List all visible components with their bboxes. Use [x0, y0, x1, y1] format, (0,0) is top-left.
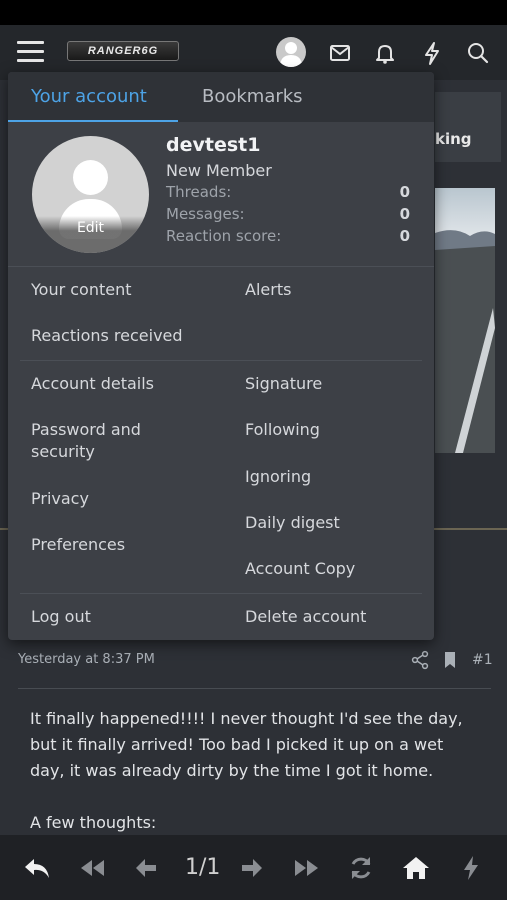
- home-icon[interactable]: [401, 853, 431, 883]
- post-timestamp[interactable]: Yesterday at 8:37 PM: [18, 652, 155, 667]
- post-paragraph: It finally happened!!!! I never thought …: [30, 709, 463, 780]
- avatar-icon[interactable]: [276, 37, 306, 67]
- active-tab-indicator: [8, 120, 178, 122]
- account-tabs: Your account Bookmarks: [8, 72, 434, 122]
- menu-account-copy[interactable]: Account Copy: [245, 558, 415, 580]
- menu-ignoring[interactable]: Ignoring: [245, 466, 415, 488]
- post-paragraph: A few thoughts:: [30, 813, 157, 832]
- profile-avatar[interactable]: Edit: [32, 136, 149, 253]
- background-card-text: king: [435, 130, 472, 148]
- menu-daily-digest[interactable]: Daily digest: [245, 512, 415, 534]
- site-logo[interactable]: RANGER6G: [67, 41, 179, 61]
- bolt-icon[interactable]: [456, 853, 486, 883]
- post-divider: [18, 688, 491, 689]
- stat-label-reaction-score: Reaction score:: [166, 227, 282, 245]
- account-dropdown: Your account Bookmarks Edit devtest1 New…: [8, 72, 434, 640]
- refresh-icon[interactable]: [346, 853, 376, 883]
- background-card: [435, 92, 501, 162]
- prev-page-icon[interactable]: [131, 853, 161, 883]
- stat-value-reaction-score: 0: [399, 227, 410, 245]
- post-number[interactable]: #1: [472, 652, 493, 668]
- next-page-icon[interactable]: [237, 853, 267, 883]
- bolt-icon[interactable]: [417, 38, 447, 68]
- menu-following[interactable]: Following: [245, 419, 415, 441]
- menu-log-out[interactable]: Log out: [31, 606, 211, 628]
- menu-divider: [20, 593, 422, 594]
- menu-reactions-received[interactable]: Reactions received: [31, 325, 211, 347]
- stat-label-threads: Threads:: [166, 183, 232, 201]
- mail-icon[interactable]: [325, 38, 355, 68]
- menu-divider: [8, 266, 434, 267]
- menu-account-details[interactable]: Account details: [31, 373, 211, 395]
- menu-delete-account[interactable]: Delete account: [245, 606, 415, 628]
- post-photo[interactable]: [435, 188, 495, 453]
- share-icon[interactable]: [410, 650, 430, 674]
- bell-icon[interactable]: [370, 38, 400, 68]
- stat-value-messages: 0: [399, 205, 410, 223]
- hamburger-icon[interactable]: [17, 41, 44, 63]
- logo-text: RANGER6G: [87, 45, 159, 57]
- tab-your-account[interactable]: Your account: [31, 86, 147, 107]
- stat-value-threads: 0: [399, 183, 410, 201]
- tab-bookmarks[interactable]: Bookmarks: [202, 86, 303, 107]
- reply-icon[interactable]: [22, 853, 52, 883]
- last-page-icon[interactable]: [292, 853, 322, 883]
- menu-alerts[interactable]: Alerts: [245, 279, 415, 301]
- bottom-toolbar: 1/1: [0, 835, 507, 900]
- username[interactable]: devtest1: [166, 134, 260, 156]
- user-title: New Member: [166, 161, 272, 180]
- first-page-icon[interactable]: [77, 853, 107, 883]
- menu-divider: [20, 360, 422, 361]
- menu-preferences[interactable]: Preferences: [31, 534, 211, 556]
- menu-signature[interactable]: Signature: [245, 373, 415, 395]
- avatar-head: [73, 160, 108, 195]
- menu-privacy[interactable]: Privacy: [31, 488, 211, 510]
- bookmark-icon[interactable]: [442, 650, 458, 674]
- avatar-edit-label[interactable]: Edit: [32, 220, 149, 236]
- menu-password-security[interactable]: Password and security: [31, 419, 181, 463]
- page-count: 1/1: [185, 855, 221, 880]
- stat-label-messages: Messages:: [166, 205, 245, 223]
- search-icon[interactable]: [463, 38, 493, 68]
- menu-your-content[interactable]: Your content: [31, 279, 211, 301]
- status-bar: [0, 0, 507, 25]
